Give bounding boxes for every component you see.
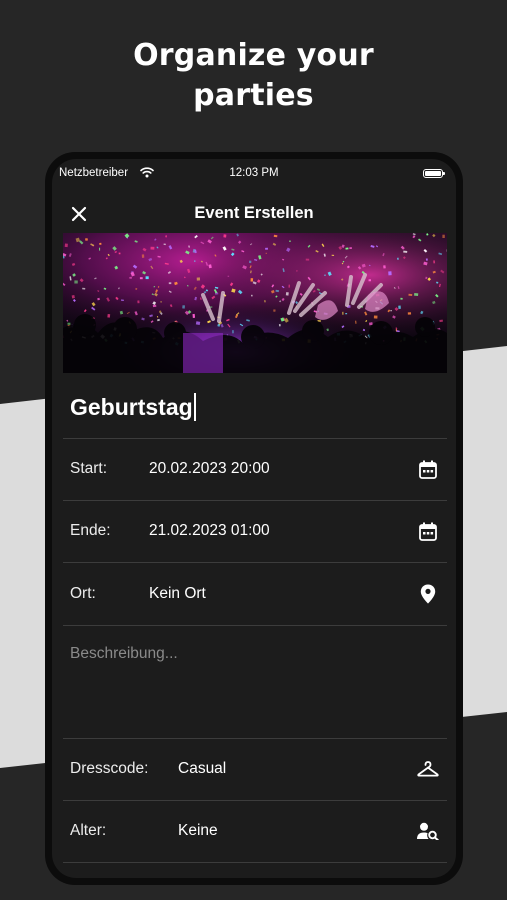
description-placeholder: Beschreibung... [70, 645, 178, 662]
location-pin-icon[interactable] [417, 583, 439, 605]
location-field[interactable]: Ort: Kein Ort [63, 564, 447, 626]
start-label: Start: [70, 460, 108, 477]
status-bar: Netzbetreiber 12:03 PM [52, 163, 456, 185]
dresscode-label: Dresscode: [70, 760, 149, 777]
page-title: Event Erstellen [194, 204, 314, 222]
age-label: Alter: [70, 822, 107, 839]
app-screen: Netzbetreiber 12:03 PM Event Erstellen G… [52, 159, 456, 878]
calendar-icon[interactable] [417, 458, 439, 480]
promo-line-1: Organize your [133, 38, 374, 73]
age-value: Keine [178, 822, 218, 839]
start-date-field[interactable]: Start: 20.02.2023 20:00 [63, 439, 447, 501]
description-textarea[interactable]: Beschreibung... [63, 627, 447, 739]
event-name-value: Geburtstag [70, 393, 196, 421]
age-field[interactable]: Alter: Keine [63, 801, 447, 863]
phone-frame: Netzbetreiber 12:03 PM Event Erstellen G… [45, 152, 463, 885]
event-name-input[interactable]: Geburtstag [63, 385, 447, 439]
location-label: Ort: [70, 585, 96, 602]
promo-line-2: parties [193, 78, 314, 113]
start-value: 20.02.2023 20:00 [149, 460, 270, 477]
person-search-icon[interactable] [417, 820, 439, 842]
text-cursor [193, 393, 196, 421]
battery-icon [423, 169, 445, 178]
dresscode-field[interactable]: Dresscode: Casual [63, 739, 447, 801]
end-date-field[interactable]: Ende: 21.02.2023 01:00 [63, 501, 447, 563]
hanger-icon[interactable] [417, 758, 439, 780]
event-cover-image[interactable] [63, 233, 447, 373]
nav-bar: Event Erstellen [52, 199, 456, 229]
clock: 12:03 PM [229, 167, 279, 179]
calendar-icon[interactable] [417, 520, 439, 542]
promo-headline: Organize your parties [0, 36, 507, 116]
end-label: Ende: [70, 522, 111, 539]
location-value: Kein Ort [149, 585, 206, 602]
party-crowd-image [63, 233, 447, 373]
dresscode-value: Casual [178, 760, 227, 777]
end-value: 21.02.2023 01:00 [149, 522, 270, 539]
